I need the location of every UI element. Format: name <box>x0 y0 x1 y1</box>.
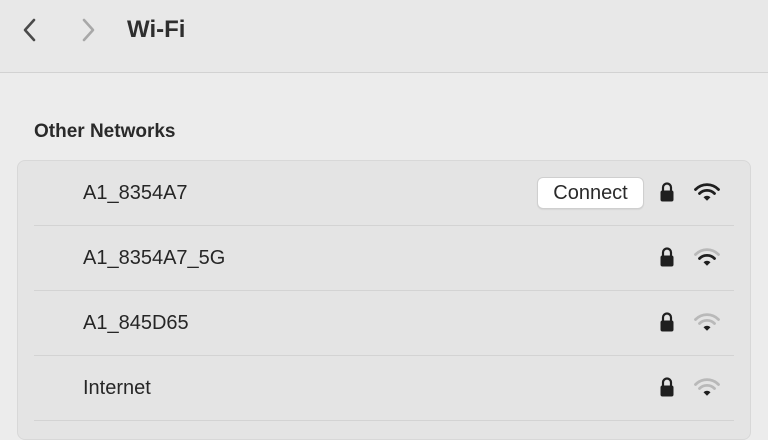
back-button[interactable] <box>14 14 46 46</box>
network-row[interactable]: A1_8354A7 Connect <box>18 161 750 226</box>
network-row[interactable]: A1_845D65 <box>18 291 750 356</box>
wifi-signal-icon <box>694 248 720 266</box>
chevron-left-icon <box>23 18 36 42</box>
wifi-signal-icon <box>694 313 720 331</box>
forward-button[interactable] <box>72 14 104 46</box>
page-title: Wi-Fi <box>127 16 186 43</box>
lock-icon <box>660 312 674 332</box>
row-divider <box>34 420 734 421</box>
lock-icon <box>660 182 674 202</box>
chevron-right-icon <box>82 18 95 42</box>
toolbar: Wi-Fi <box>0 0 768 73</box>
wifi-signal-icon <box>694 183 720 201</box>
network-name: A1_845D65 <box>83 312 189 334</box>
lock-icon <box>660 247 674 267</box>
network-row[interactable]: Internet <box>18 356 750 421</box>
network-name: A1_8354A7 <box>83 182 188 204</box>
network-list: A1_8354A7 Connect A1_8354A7_5G A1_845D65 <box>17 160 751 440</box>
section-title-other-networks: Other Networks <box>34 121 176 142</box>
network-name: A1_8354A7_5G <box>83 247 226 269</box>
lock-icon <box>660 377 674 397</box>
network-name: Internet <box>83 377 151 399</box>
connect-button[interactable]: Connect <box>537 177 644 209</box>
wifi-signal-icon <box>694 378 720 396</box>
network-row[interactable]: A1_8354A7_5G <box>18 226 750 291</box>
